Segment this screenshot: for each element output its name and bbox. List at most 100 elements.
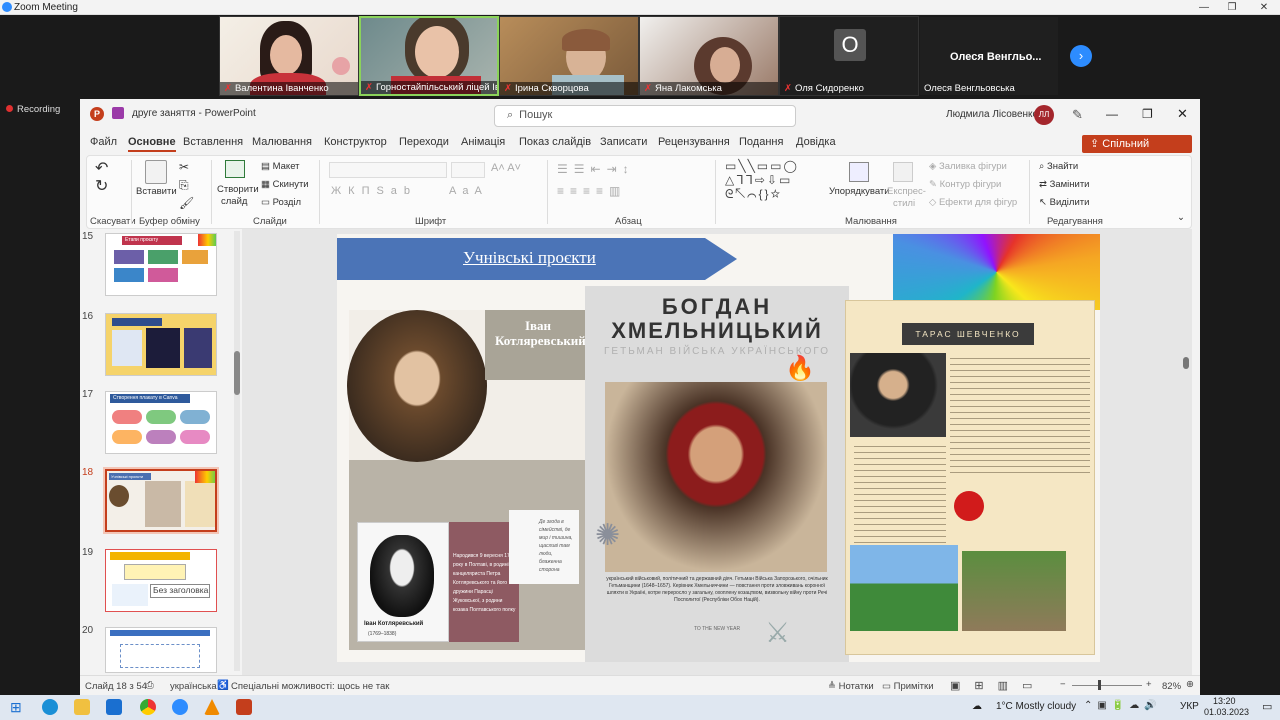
next-page-icon[interactable]: › — [1070, 45, 1092, 67]
pen-icon[interactable]: ✎ — [1072, 107, 1083, 123]
font-name-dropdown[interactable] — [329, 162, 447, 178]
minimize-icon[interactable]: — — [1106, 107, 1118, 121]
copy-icon[interactable]: ⎘ — [179, 178, 189, 193]
align-buttons[interactable]: ≡≡≡≡▥ — [557, 184, 626, 198]
restore-icon[interactable]: ❐ — [1218, 0, 1246, 15]
replace-button[interactable]: ⇄ Замінити — [1039, 179, 1089, 190]
collapse-ribbon-icon[interactable]: ⌄ — [1177, 212, 1185, 223]
zoom-out-icon[interactable]: − — [1060, 679, 1066, 690]
new-slide-label[interactable]: Створити — [217, 184, 259, 195]
edge-icon[interactable] — [42, 699, 58, 715]
thumbnail-scrollbar[interactable] — [234, 231, 240, 671]
font-size-buttons[interactable]: A˄ A˅ — [491, 162, 521, 174]
font-color-buttons[interactable]: AaA — [449, 185, 488, 197]
vlc-icon[interactable] — [204, 699, 220, 715]
system-tray-icons[interactable]: ⌃▣🔋☁🔊 — [1084, 700, 1162, 711]
current-slide[interactable]: Учнівські проєкти Іван Котляревський Іва… — [337, 234, 1100, 662]
mail-icon[interactable] — [106, 699, 122, 715]
font-format-buttons[interactable]: ЖКПSab — [331, 185, 417, 197]
undo-icon[interactable]: ↶ — [95, 158, 108, 178]
slide-thumbnail[interactable]: Етапи проєкту — [105, 233, 217, 296]
zoom-level[interactable]: 82% — [1162, 681, 1181, 692]
slide-thumbnail-selected[interactable]: Учнівські проєкти — [105, 469, 217, 532]
tab-home[interactable]: Основне — [128, 136, 176, 152]
user-name[interactable]: Людмила Лісовенко — [946, 109, 1038, 120]
participant-tile-active[interactable]: ✗Горностайпільський ліцей Іваніі... — [359, 16, 499, 96]
paste-icon[interactable] — [145, 160, 167, 184]
tab-record[interactable]: Записати — [600, 136, 647, 148]
zoom-slider[interactable] — [1072, 685, 1142, 686]
notification-icon[interactable]: ▭ — [1262, 700, 1272, 713]
new-slide-icon[interactable] — [225, 160, 245, 178]
quick-styles-icon[interactable] — [893, 162, 913, 182]
participant-tile[interactable]: ✗ Валентина Іванченко — [219, 16, 359, 96]
layout-button[interactable]: ▤ Макет — [261, 161, 300, 172]
tab-transitions[interactable]: Переходи — [399, 136, 449, 148]
select-button[interactable]: ↖ Виділити — [1039, 197, 1089, 208]
font-size-dropdown[interactable] — [451, 162, 485, 178]
clock-date[interactable]: 01.03.2023 — [1204, 707, 1249, 717]
tab-animations[interactable]: Анімація — [461, 136, 505, 148]
avatar[interactable]: ЛЛ — [1034, 105, 1054, 125]
view-buttons[interactable]: ▣⊞▥▭ — [950, 679, 1046, 692]
quick-styles-label-2[interactable]: стилі — [893, 198, 915, 209]
participant-tile[interactable]: ✗ Яна Лакомська — [639, 16, 779, 96]
tab-review[interactable]: Рецензування — [658, 136, 730, 148]
reset-button[interactable]: ▦ Скинути — [261, 179, 309, 190]
clock-time[interactable]: 13:20 — [1213, 696, 1236, 706]
weather-text[interactable]: 1°C Mostly cloudy — [996, 701, 1076, 712]
restore-icon[interactable]: ❐ — [1142, 107, 1153, 121]
windows-start-icon[interactable]: ⊞ — [10, 699, 26, 715]
spellcheck-icon[interactable]: ⎙ — [146, 680, 154, 691]
minimize-icon[interactable]: — — [1190, 0, 1218, 15]
tab-slideshow[interactable]: Показ слайдів — [519, 136, 591, 148]
search-box[interactable]: ⌕ Пошук — [494, 105, 796, 127]
chrome-icon[interactable] — [140, 699, 156, 715]
file-explorer-icon[interactable] — [74, 699, 90, 715]
accessibility-status[interactable]: Спеціальні можливості: щось не так — [231, 681, 389, 692]
thumbnail-scrollbar-thumb[interactable] — [234, 351, 240, 395]
quick-styles-label[interactable]: Експрес- — [887, 186, 926, 197]
shape-effects-button[interactable]: ◇ Ефекти для фігур — [929, 197, 1017, 208]
participant-tile[interactable]: Олеся Венгльо... Олеся Венгльовська — [919, 16, 1059, 96]
find-button[interactable]: ⌕ Знайти — [1039, 161, 1078, 172]
new-slide-label-2[interactable]: слайд — [221, 196, 247, 207]
participant-tile[interactable]: O ✗ Оля Сидоренко — [779, 16, 919, 96]
tab-file[interactable]: Файл — [90, 136, 117, 148]
powerpoint-taskbar-icon[interactable] — [236, 699, 252, 715]
tab-draw[interactable]: Малювання — [252, 136, 312, 148]
cut-icon[interactable]: ✂ — [179, 160, 189, 174]
paste-label[interactable]: Вставити — [136, 186, 177, 197]
slide-scrollbar[interactable] — [1182, 231, 1190, 669]
notes-button[interactable]: ≜ Нотатки — [828, 681, 874, 692]
accessibility-icon[interactable]: ♿ — [217, 680, 229, 691]
slide-thumbnail[interactable]: Створення плакату в Canva — [105, 391, 217, 454]
language-indicator[interactable]: українська — [170, 681, 217, 692]
tab-help[interactable]: Довідка — [796, 136, 836, 148]
arrange-icon[interactable] — [849, 162, 869, 182]
comments-button[interactable]: ▭ Примітки — [882, 681, 934, 692]
input-language[interactable]: УКР — [1180, 701, 1199, 712]
tab-insert[interactable]: Вставлення — [183, 136, 243, 148]
format-painter-icon[interactable]: 🖌 — [179, 196, 194, 210]
share-button[interactable]: ⇪ Спільний доступ⌄ — [1082, 135, 1192, 168]
save-icon[interactable] — [112, 107, 124, 119]
list-buttons[interactable]: ☰☰⇤⇥↕ — [557, 162, 635, 176]
participant-tile[interactable]: ✗ Ірина Скворцова — [499, 16, 639, 96]
shape-fill-button[interactable]: ◈ Заливка фігури — [929, 161, 1007, 172]
slide-thumbnail[interactable] — [105, 627, 217, 673]
slide-scrollbar-thumb[interactable] — [1183, 357, 1189, 369]
fit-slide-icon[interactable]: ⊕ — [1186, 679, 1194, 690]
zoom-in-icon[interactable]: + — [1146, 679, 1152, 690]
tab-view[interactable]: Подання — [739, 136, 783, 148]
slide-thumbnail[interactable]: Без заголовка — [105, 549, 217, 612]
arrange-label[interactable]: Упорядкувати — [829, 186, 890, 197]
redo-icon[interactable]: ↻ — [95, 176, 108, 196]
section-button[interactable]: ▭ Розділ — [261, 197, 301, 208]
zoom-app-icon[interactable] — [172, 699, 188, 715]
tab-design[interactable]: Конструктор — [324, 136, 387, 148]
zoom-slider-thumb[interactable] — [1098, 680, 1101, 690]
shape-outline-button[interactable]: ✎ Контур фігури — [929, 179, 1001, 190]
slide-thumbnail[interactable] — [105, 313, 217, 376]
close-icon[interactable]: ✕ — [1177, 106, 1188, 122]
